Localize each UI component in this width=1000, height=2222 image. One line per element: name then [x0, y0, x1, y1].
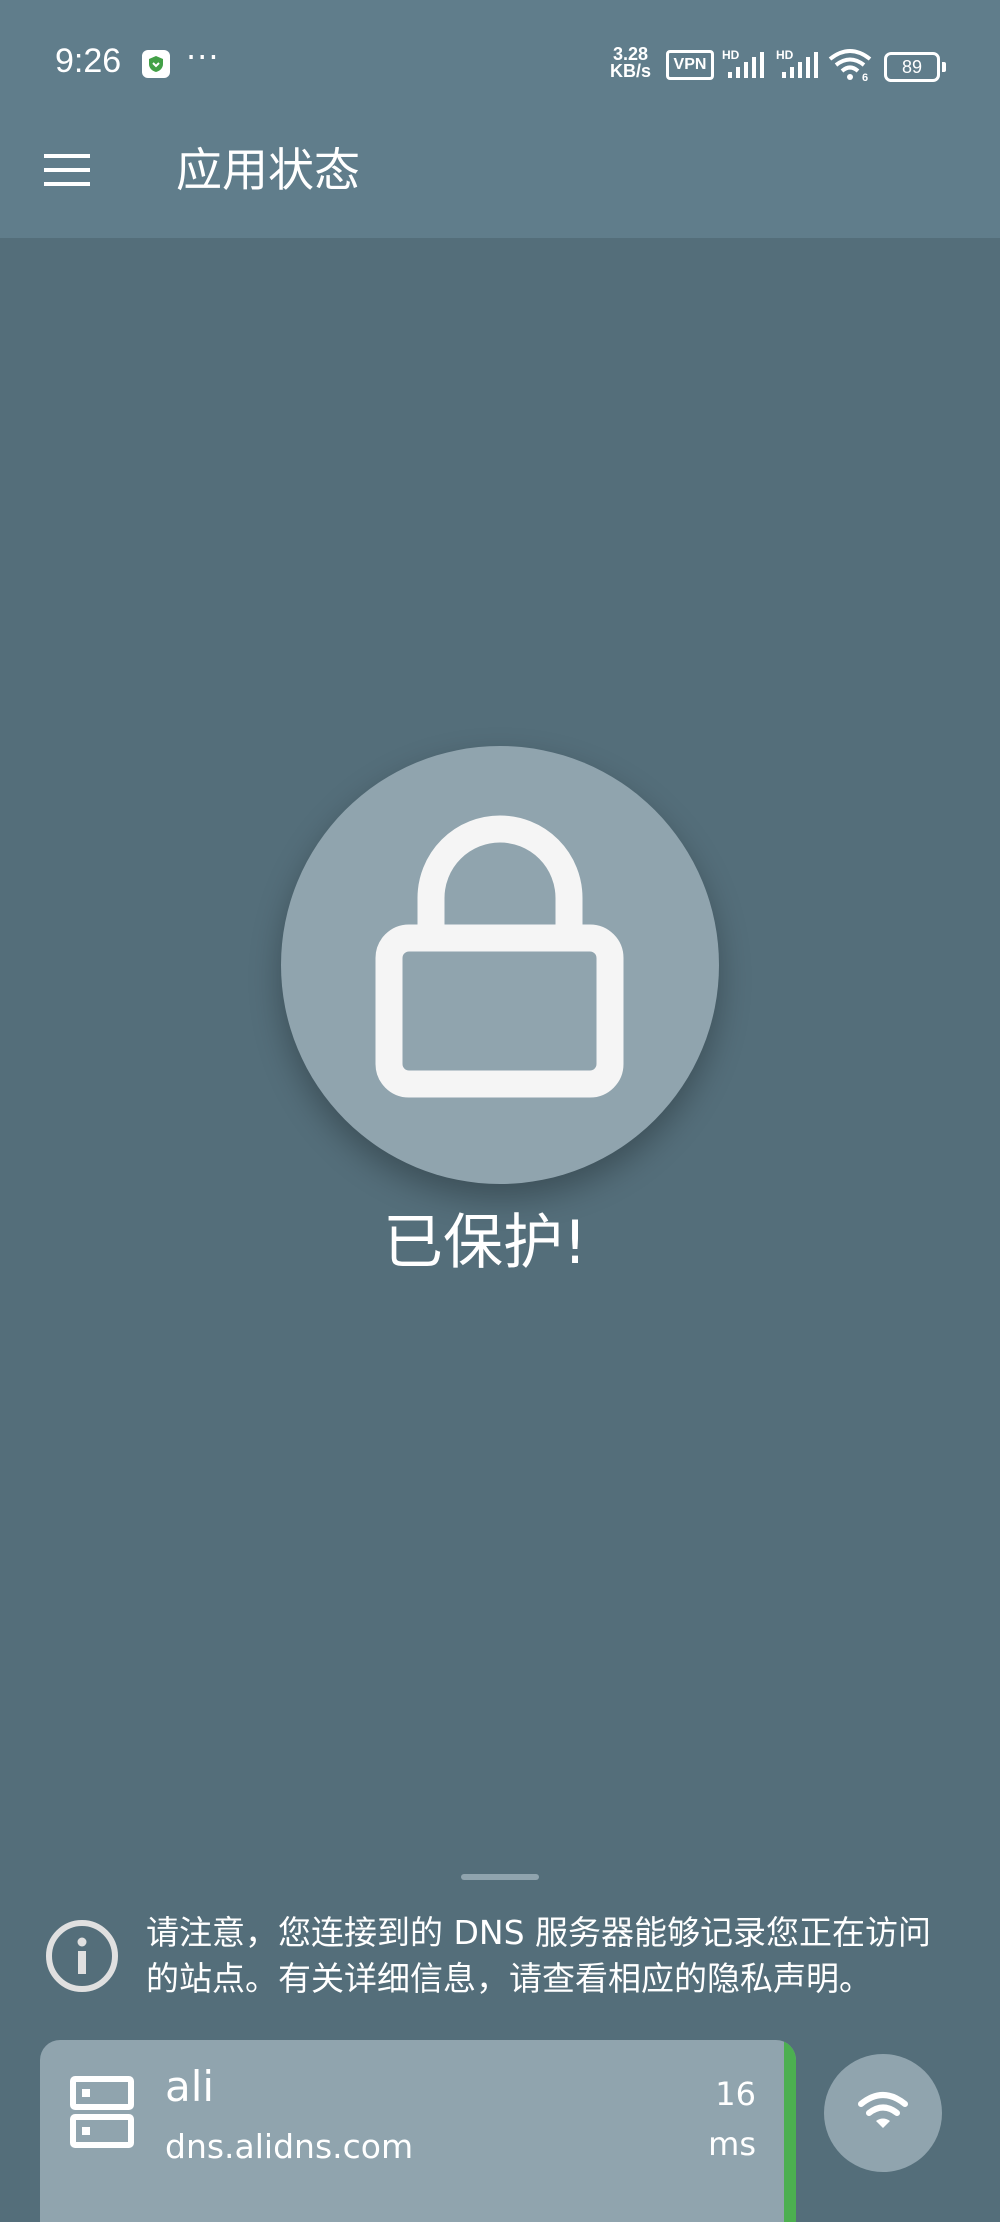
app-bar: 9:26 ··· 3.28 KB/s VPN HD HD 6 89 应用状态 [0, 0, 1000, 238]
protection-toggle[interactable] [281, 746, 719, 1184]
status-bar: 9:26 ··· 3.28 KB/s VPN HD HD 6 89 [0, 0, 1000, 130]
protection-status-text: 已保护! [382, 1208, 588, 1278]
battery-indicator: 89 [884, 52, 946, 82]
hamburger-menu-icon [44, 154, 90, 186]
latency-unit: ms [708, 2125, 756, 2163]
more-notifications-icon: ··· [186, 38, 220, 76]
latency-indicator [784, 2040, 796, 2222]
cell-signal-1-icon: HD [722, 48, 770, 80]
page-title: 应用状态 [176, 143, 360, 197]
bottom-sheet-handle[interactable] [461, 1874, 539, 1880]
network-speed: 3.28 KB/s [610, 45, 652, 81]
cell-signal-2-icon: HD [776, 48, 824, 80]
menu-button[interactable] [30, 132, 106, 208]
wifi-status-icon: 6 [828, 48, 874, 86]
status-time: 9:26 [55, 42, 122, 80]
lock-icon [375, 815, 624, 1098]
wifi-status-label: 6 [862, 72, 868, 82]
shield-app-icon [142, 50, 170, 78]
server-host: dns.alidns.com [165, 2127, 414, 2166]
server-icon [70, 2076, 134, 2148]
dns-server-card[interactable]: ali dns.alidns.com 16 ms [40, 2040, 796, 2222]
wifi-icon [858, 2092, 908, 2128]
server-name: ali [165, 2062, 215, 2111]
network-speed-unit: KB/s [610, 61, 652, 81]
info-icon [46, 1920, 118, 1992]
privacy-notice-text: 请注意，您连接到的 DNS 服务器能够记录您正在访问的站点。有关详细信息，请查看… [146, 1913, 932, 1998]
network-button[interactable] [824, 2054, 942, 2172]
vpn-badge: VPN [666, 50, 714, 80]
latency-value: 16 [715, 2075, 756, 2113]
